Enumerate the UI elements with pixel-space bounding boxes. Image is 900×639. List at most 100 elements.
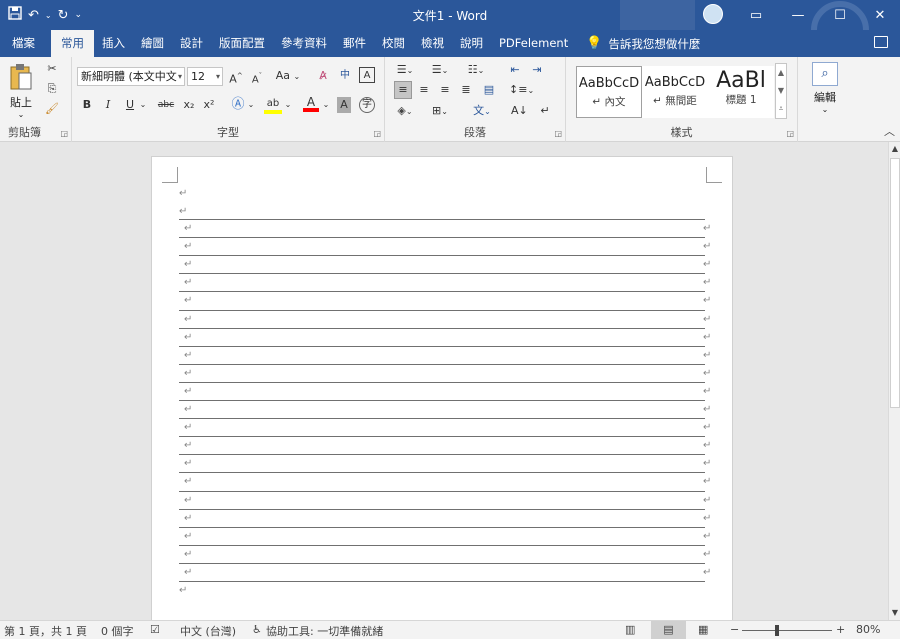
enclose-characters-icon[interactable]: 字 [359, 97, 375, 113]
language-indicator[interactable]: 中文 (台灣) [180, 623, 236, 639]
align-center-icon[interactable]: ≡ [416, 82, 432, 98]
decrease-indent-icon[interactable]: ⇤ [507, 62, 523, 78]
highlight-icon[interactable]: ab [264, 95, 282, 114]
tell-me-box[interactable]: 💡 告訴我您想做什麼 [586, 36, 700, 52]
read-mode-icon[interactable]: ▥ [625, 623, 635, 636]
text-effects-icon[interactable]: Ⓐ [230, 97, 246, 113]
tab-home[interactable]: 常用 [51, 30, 94, 57]
font-color-icon[interactable]: A [303, 94, 319, 112]
grow-font-icon[interactable]: A^ [227, 68, 245, 88]
numbering-icon[interactable]: ☰⌄ [429, 62, 451, 79]
document-page[interactable]: ↵ ↵ ↵ ↵ ↵ ↵ ↵ ↵ ↵ ↵ ↵ ↵ ↵ ↵ ↵ ↵ ↵ ↵ ↵ ↵ ↵ ↵ ↵ ↵ ↵ ↵ ↵ ↵ ↵ ↵ ↵ ↵ ↵ ↵ ↵ ↵ ↵ ↵ ↵ ↵… [151, 156, 733, 620]
clipboard-launcher-icon[interactable]: ◲ [60, 129, 68, 138]
ruled-line [179, 400, 705, 401]
zoom-slider[interactable] [742, 625, 832, 636]
subscript-button[interactable]: x₂ [182, 97, 196, 113]
format-painter-icon[interactable]: 🖌 [44, 101, 60, 117]
word-count[interactable]: 0 個字 [101, 623, 134, 639]
accessibility-icon: ♿ [252, 623, 262, 636]
ribbon-display-icon[interactable]: ▭ [734, 0, 778, 30]
tab-help[interactable]: 說明 [452, 30, 491, 57]
copy-icon[interactable]: ⎘ [44, 81, 60, 97]
italic-button[interactable]: I [101, 97, 115, 113]
scroll-down-icon[interactable]: ▼ [889, 606, 900, 620]
underline-dropdown-icon[interactable]: ⌄ [139, 97, 147, 113]
tab-view[interactable]: 檢視 [413, 30, 452, 57]
vertical-scrollbar[interactable]: ▲ ▼ [888, 142, 900, 620]
account-avatar[interactable] [703, 4, 723, 24]
styles-more-icon[interactable]: ⩡ [776, 100, 786, 118]
asian-layout-icon[interactable]: 文⌄ [471, 103, 493, 120]
style-heading-1[interactable]: AaBl 標題 1 [708, 66, 774, 118]
collapse-ribbon-icon[interactable]: ︿ [884, 123, 895, 139]
sort-icon[interactable]: A↓ [511, 103, 528, 119]
scroll-up-icon[interactable]: ▲ [889, 142, 900, 156]
strikethrough-button[interactable]: abc [155, 97, 177, 113]
ribbon-tabs: 檔案 常用 插入 繪圖 設計 版面配置 參考資料 郵件 校閱 檢視 說明 PDF… [0, 30, 900, 57]
character-border-icon[interactable]: A [359, 67, 375, 83]
title-decoration [620, 0, 695, 30]
page-count[interactable]: 第 1 頁，共 1 頁 [4, 623, 87, 639]
tab-insert[interactable]: 插入 [94, 30, 133, 57]
superscript-button[interactable]: x² [202, 97, 216, 113]
zoom-slider-thumb[interactable] [775, 625, 779, 636]
tab-pdfelement[interactable]: PDFelement [491, 30, 576, 57]
font-size-select[interactable]: 12 ▾ [187, 67, 223, 86]
paragraph-mark: ↵ [184, 440, 193, 451]
change-case-button[interactable]: Aa ⌄ [274, 68, 302, 85]
cut-icon[interactable]: ✂ [44, 61, 60, 77]
ribbon: 貼上 ⌄ ✂ ⎘ 🖌 剪貼簿 ◲ 新細明體 (本文中文 ▾ 12 ▾ A^ Aˇ A… [0, 57, 900, 142]
style-normal[interactable]: AaBbCcD ↵ 內文 [576, 66, 642, 118]
scroll-thumb[interactable] [890, 158, 900, 408]
tab-design[interactable]: 設計 [172, 30, 211, 57]
paragraph-mark: ↵ [184, 549, 193, 560]
web-layout-icon[interactable]: ▦ [698, 623, 708, 636]
shading-icon[interactable]: ◈⌄ [394, 103, 416, 120]
styles-scroll-down-icon[interactable]: ▼ [776, 82, 786, 100]
tab-draw[interactable]: 繪圖 [133, 30, 172, 57]
paragraph-launcher-icon[interactable]: ◲ [554, 129, 562, 138]
show-marks-icon[interactable]: ↵ [537, 103, 553, 119]
styles-launcher-icon[interactable]: ◲ [786, 129, 794, 138]
proofing-icon[interactable]: ☑ [150, 623, 160, 636]
shrink-font-icon[interactable]: Aˇ [248, 68, 266, 88]
bullets-icon[interactable]: ☰⌄ [394, 62, 416, 79]
align-left-icon[interactable]: ≡ [394, 81, 412, 99]
styles-scroll-up-icon[interactable]: ▲ [776, 64, 786, 82]
line-spacing-icon[interactable]: ↕≡⌄ [509, 82, 534, 99]
tab-review[interactable]: 校閱 [374, 30, 413, 57]
tab-file[interactable]: 檔案 [0, 30, 47, 57]
character-shading-icon[interactable]: A [337, 97, 351, 113]
text-effects-dropdown-icon[interactable]: ⌄ [247, 97, 255, 113]
increase-indent-icon[interactable]: ⇥ [529, 62, 545, 78]
font-name-select[interactable]: 新細明體 (本文中文 ▾ [77, 67, 185, 86]
distributed-icon[interactable]: ▤ [481, 82, 497, 98]
style-no-spacing[interactable]: AaBbCcD ↵ 無間距 [642, 66, 708, 118]
font-launcher-icon[interactable]: ◲ [373, 129, 381, 138]
tab-references[interactable]: 參考資料 [273, 30, 335, 57]
maximize-icon[interactable]: ☐ [818, 0, 862, 30]
zoom-level[interactable]: 80% [856, 623, 880, 636]
multilevel-list-icon[interactable]: ☷⌄ [465, 62, 487, 79]
highlight-dropdown-icon[interactable]: ⌄ [284, 97, 292, 113]
phonetic-guide-icon[interactable]: 中 [336, 68, 354, 84]
justify-icon[interactable]: ≣ [458, 82, 474, 98]
paste-button[interactable]: 貼上 ⌄ [6, 63, 36, 121]
underline-button[interactable]: U [123, 97, 137, 113]
font-color-dropdown-icon[interactable]: ⌄ [322, 97, 330, 113]
editing-button[interactable]: ⌕ 編輯 ⌄ [806, 62, 844, 114]
print-layout-icon[interactable]: ▤ [651, 621, 686, 639]
tab-layout[interactable]: 版面配置 [211, 30, 273, 57]
accessibility-status[interactable]: 協助工具: 一切準備就緒 [266, 623, 383, 639]
paragraph-mark: ↵ [703, 404, 712, 415]
borders-icon[interactable]: ⊞⌄ [429, 103, 451, 120]
tab-mailings[interactable]: 郵件 [335, 30, 374, 57]
bold-button[interactable]: B [80, 97, 94, 113]
comments-icon[interactable] [874, 36, 888, 48]
clear-formatting-icon[interactable]: A̷ [315, 68, 331, 84]
zoom-out-button[interactable]: − [730, 623, 739, 636]
zoom-in-button[interactable]: + [836, 623, 845, 636]
align-right-icon[interactable]: ≡ [437, 82, 453, 98]
close-icon[interactable]: ✕ [858, 0, 900, 30]
minimize-icon[interactable]: — [776, 0, 820, 30]
